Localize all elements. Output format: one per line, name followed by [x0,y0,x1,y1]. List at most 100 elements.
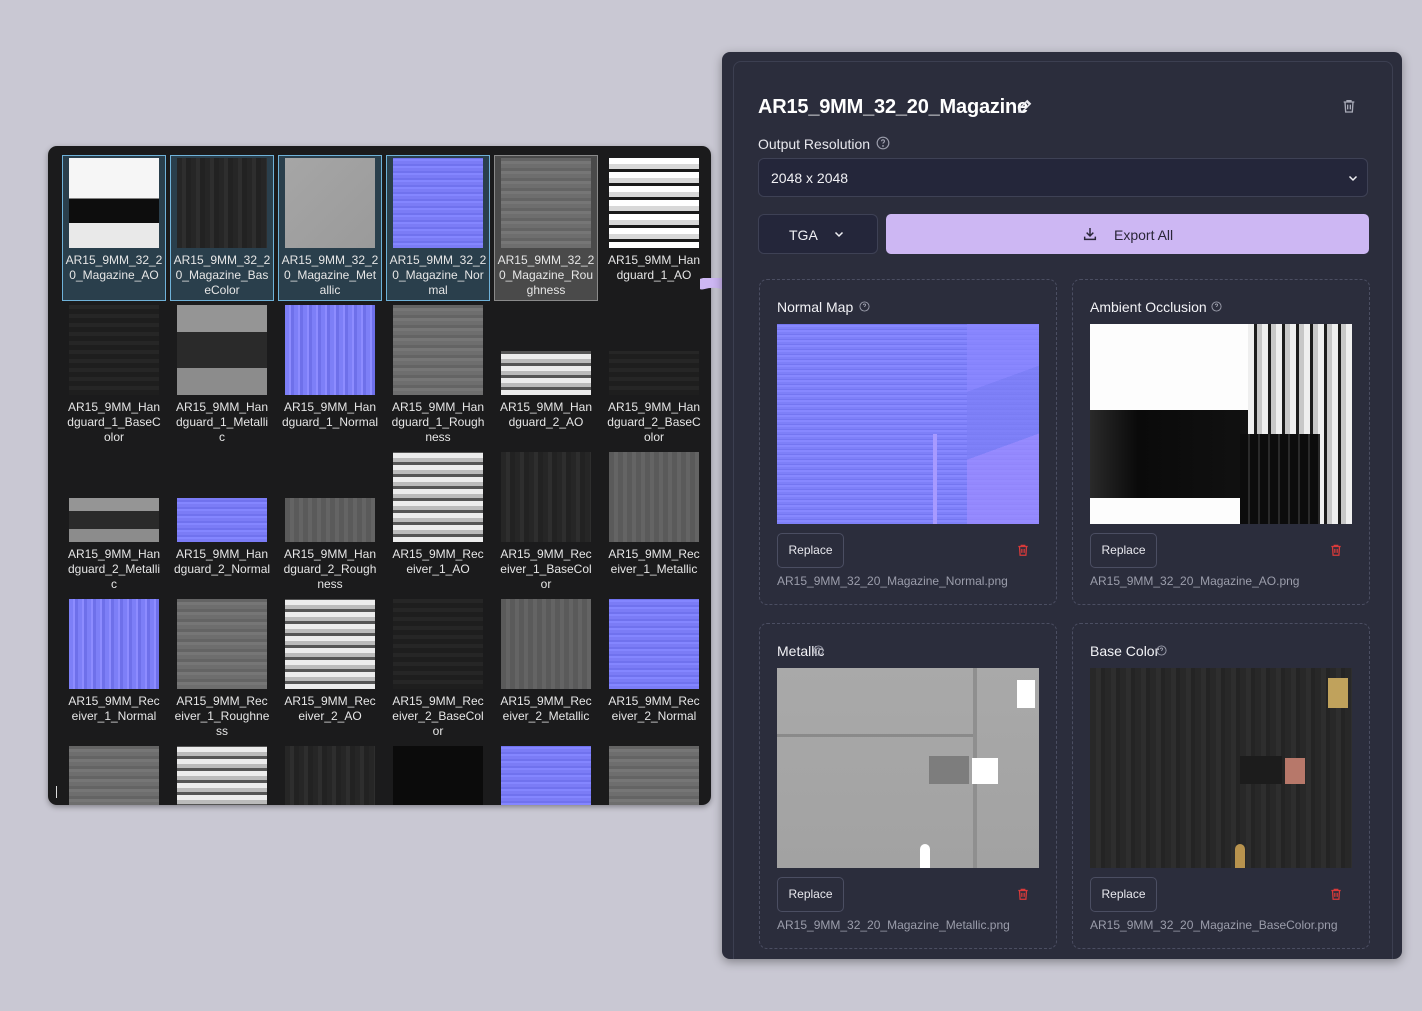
file-thumbnail[interactable]: AR15_9MM_Handguard_2_AO [494,302,598,448]
texture-thumbnail-image [501,452,591,542]
file-thumbnail[interactable]: AR15_9MM_Handguard_2_Roughness [278,449,382,595]
texture-thumbnail-image [69,746,159,805]
texture-thumbnail-image [501,746,591,805]
replace-button[interactable]: Replace [1090,877,1157,912]
texture-thumbnail-image [177,599,267,689]
file-name: AR15_9MM_Receiver_1_Roughness [174,694,270,738]
texture-thumbnail-image [285,599,375,689]
help-icon[interactable] [813,645,824,656]
file-thumbnail[interactable] [170,743,274,805]
text-caret [56,786,57,798]
normal-map-preview [777,324,1039,524]
file-name: AR15_9MM_Handguard_1_Metallic [175,400,269,444]
file-thumbnail[interactable]: AR15_9MM_Handguard_1_Normal [278,302,382,448]
material-title: AR15_9MM_32_20_Magazine [758,96,1028,118]
ambient-occlusion-preview [1090,324,1352,524]
resolution-select[interactable]: 2048 x 2048 [758,158,1368,197]
file-thumbnail[interactable]: AR15_9MM_Handguard_2_Normal [170,449,274,595]
file-thumbnail[interactable] [278,743,382,805]
texture-card-basecolor: Base Color Replace AR15_9MM_32_20_Magazi… [1072,623,1370,949]
texture-thumbnail-image [177,452,267,542]
texture-thumbnail-image [501,599,591,689]
help-icon[interactable] [1211,301,1222,312]
file-thumbnail[interactable]: AR15_9MM_Receiver_2_Metallic [494,596,598,742]
card-title: Normal Map [777,299,854,315]
card-title: Base Color [1090,643,1160,659]
replace-button[interactable]: Replace [777,533,844,568]
export-all-button[interactable]: Export All [886,214,1369,254]
file-thumbnail[interactable]: AR15_9MM_Handguard_2_BaseColor [602,302,706,448]
file-name: AR15_9MM_Receiver_2_BaseColor [392,694,484,738]
file-name: AR15_9MM_32_20_Magazine_Metallic [281,253,379,297]
help-icon[interactable] [1156,645,1167,656]
file-thumbnail[interactable]: AR15_9MM_Handguard_1_Metallic [170,302,274,448]
file-thumbnail[interactable]: AR15_9MM_32_20_Magazine_AO [62,155,166,301]
delete-icon[interactable] [1329,542,1343,558]
file-thumbnail[interactable]: AR15_9MM_Receiver_2_AO [278,596,382,742]
texture-thumbnail-image [501,305,591,395]
help-icon[interactable] [876,136,890,150]
texture-card-metallic: Metallic Replace AR15_9MM_32_20_Magazine… [759,623,1057,949]
file-thumbnail[interactable]: AR15_9MM_32_20_Magazine_Roughness [494,155,598,301]
texture-thumbnail-image [177,746,267,805]
file-name: AR15_9MM_Receiver_1_Metallic [608,547,700,576]
file-name: AR15_9MM_Receiver_2_Metallic [500,694,592,723]
texture-thumbnail-image [393,599,483,689]
texture-thumbnail-image [609,158,699,248]
file-name: AR15_9MM_Handguard_1_BaseColor [67,400,161,444]
file-thumbnail[interactable] [386,743,490,805]
file-thumbnail[interactable]: AR15_9MM_Receiver_2_BaseColor [386,596,490,742]
edit-icon[interactable] [1016,97,1034,115]
file-thumbnail[interactable] [602,743,706,805]
texture-thumbnail-image [285,158,375,248]
texture-thumbnail-image [177,158,267,248]
file-thumbnail[interactable]: AR15_9MM_Receiver_1_Metallic [602,449,706,595]
file-name: AR15_9MM_32_20_Magazine_AO.png [1090,574,1300,588]
delete-icon[interactable] [1016,886,1030,902]
file-thumbnail[interactable]: AR15_9MM_Receiver_2_Normal [602,596,706,742]
texture-thumbnail-image [285,746,375,805]
export-all-label: Export All [1114,227,1174,243]
file-name: AR15_9MM_32_20_Magazine_Roughness [497,253,595,297]
file-thumbnail[interactable]: AR15_9MM_32_20_Magazine_Metallic [278,155,382,301]
file-thumbnail[interactable]: AR15_9MM_Receiver_1_Roughness [170,596,274,742]
chevron-down-icon [834,231,844,238]
texture-thumbnail-image [69,158,159,248]
delete-icon[interactable] [1016,542,1030,558]
file-name: AR15_9MM_Receiver_1_AO [392,547,484,576]
file-name: AR15_9MM_32_20_Magazine_Metallic.png [777,918,1010,932]
file-thumbnail[interactable] [494,743,598,805]
file-name: AR15_9MM_32_20_Magazine_BaseColor [173,253,271,297]
file-thumbnail[interactable]: AR15_9MM_Receiver_1_BaseColor [494,449,598,595]
texture-thumbnail-image [69,305,159,395]
texture-thumbnail-image [609,599,699,689]
delete-icon[interactable] [1329,886,1343,902]
file-thumbnail[interactable]: AR15_9MM_Handguard_2_Metallic [62,449,166,595]
file-thumbnail[interactable]: AR15_9MM_32_20_Magazine_Normal [386,155,490,301]
help-icon[interactable] [859,301,870,312]
card-title: Ambient Occlusion [1090,299,1207,315]
delete-material-icon[interactable] [1341,97,1357,115]
file-name: AR15_9MM_Handguard_2_Metallic [67,547,161,591]
file-thumbnail[interactable]: AR15_9MM_Receiver_1_Normal [62,596,166,742]
texture-card-normal: Normal Map Replace AR15_9MM_32_20_Magazi… [759,279,1057,605]
chevron-down-icon [1348,175,1358,182]
texture-thumbnail-image [177,305,267,395]
file-name: AR15_9MM_Receiver_2_AO [284,694,376,723]
file-name: AR15_9MM_32_20_Magazine_AO [65,253,163,282]
file-browser: AR15_9MM_32_20_Magazine_AO AR15_9MM_32_20… [48,146,711,805]
replace-button[interactable]: Replace [1090,533,1157,568]
file-name: AR15_9MM_32_20_Magazine_Normal.png [777,574,1008,588]
file-name: AR15_9MM_Handguard_2_AO [499,400,593,429]
file-thumbnail[interactable]: AR15_9MM_Handguard_1_Roughness [386,302,490,448]
file-thumbnail[interactable]: AR15_9MM_Handguard_1_BaseColor [62,302,166,448]
file-thumbnail[interactable]: AR15_9MM_Handguard_1_AO [602,155,706,301]
format-select[interactable]: TGA [758,214,878,254]
file-thumbnail[interactable] [62,743,166,805]
texture-thumbnail-image [393,746,483,805]
replace-button[interactable]: Replace [777,877,844,912]
format-value: TGA [789,227,818,243]
texture-thumbnail-image [393,305,483,395]
file-thumbnail[interactable]: AR15_9MM_32_20_Magazine_BaseColor [170,155,274,301]
file-thumbnail[interactable]: AR15_9MM_Receiver_1_AO [386,449,490,595]
